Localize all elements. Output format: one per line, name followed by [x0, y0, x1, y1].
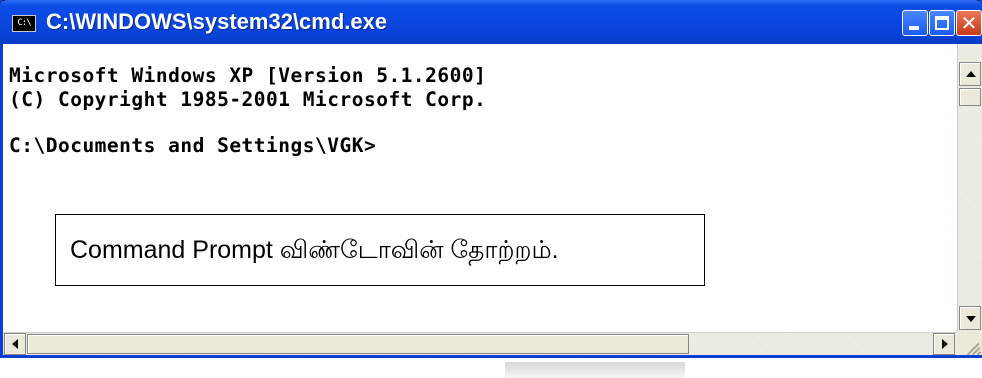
caption-box: Command Prompt விண்டோவின் தோற்றம். [55, 214, 705, 286]
title-bar[interactable]: C:\ C:\WINDOWS\system32\cmd.exe ✕ [0, 0, 982, 44]
scroll-down-button[interactable] [959, 306, 981, 330]
grip-line [977, 351, 982, 356]
vertical-scrollbar[interactable] [957, 44, 982, 332]
horizontal-scrollbar[interactable] [3, 332, 957, 355]
console-line: (C) Copyright 1985-2001 Microsoft Corp. [9, 88, 487, 111]
close-icon: ✕ [960, 11, 978, 35]
arrow-down-icon [966, 316, 976, 322]
console-line: Microsoft Windows XP [Version 5.1.2600] [9, 64, 487, 87]
maximize-icon [935, 16, 949, 30]
arrow-right-icon [942, 339, 948, 349]
cmd-icon[interactable]: C:\ [12, 15, 36, 32]
resize-grip[interactable] [957, 332, 982, 356]
caption-text: Command Prompt விண்டோவின் தோற்றம். [70, 236, 559, 264]
horizontal-scroll-thumb[interactable] [27, 334, 689, 354]
arrow-left-icon [12, 339, 18, 349]
vertical-scroll-thumb[interactable] [959, 88, 981, 106]
cmd-window: C:\ C:\WINDOWS\system32\cmd.exe ✕ Micros… [0, 0, 982, 358]
console-output[interactable]: Microsoft Windows XP [Version 5.1.2600] … [3, 44, 957, 332]
window-title: C:\WINDOWS\system32\cmd.exe [46, 9, 388, 34]
scroll-left-button[interactable] [4, 333, 26, 355]
console-prompt: C:\Documents and Settings\VGK> [9, 134, 377, 157]
minimize-button[interactable] [902, 10, 928, 36]
arrow-up-icon [966, 71, 976, 77]
maximize-button[interactable] [929, 10, 955, 36]
window-shadow [505, 362, 685, 378]
close-button[interactable]: ✕ [956, 10, 982, 36]
scroll-up-button[interactable] [959, 62, 981, 86]
minimize-icon [909, 26, 919, 30]
scroll-right-button[interactable] [933, 333, 955, 355]
